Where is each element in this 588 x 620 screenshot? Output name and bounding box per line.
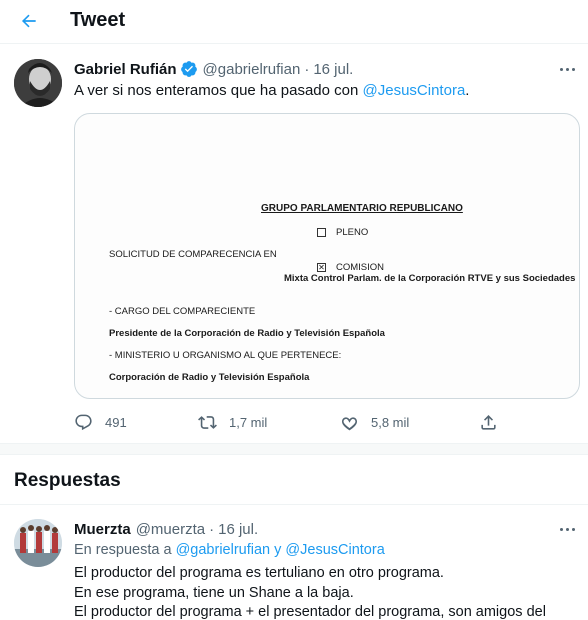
replies-heading: Respuestas [14, 470, 121, 491]
doc-ministerio-label: - MINISTERIO U ORGANISMO AL QUE PERTENEC… [109, 350, 342, 361]
retweet-button[interactable]: 1,7 mil [198, 409, 267, 435]
share-button[interactable] [479, 409, 498, 435]
heart-icon [341, 416, 358, 430]
more-dot-icon [571, 527, 575, 531]
mention-link[interactable]: @JesusCintora [363, 82, 466, 99]
tweet-author-row: Gabriel Rufián @gabrielrufian · 16 jul. [74, 59, 353, 79]
tweet-text-end: . [465, 82, 470, 99]
avatar-photo [14, 59, 62, 107]
checkbox-checked-icon: ✕ [317, 262, 326, 272]
reply-icon [75, 414, 92, 430]
reply-display-name[interactable]: Muerzta [74, 521, 131, 538]
verified-badge-icon [180, 60, 198, 78]
author-handle[interactable]: @gabrielrufian [203, 61, 301, 78]
reply-timestamp[interactable]: 16 jul. [218, 521, 258, 538]
more-options-button[interactable] [556, 59, 578, 79]
reply-text-line: El productor del programa + el presentad… [74, 604, 546, 620]
replying-to-prefix: En respuesta a [74, 542, 176, 558]
arrow-left-icon [21, 14, 36, 28]
reply-text: El productor del programa es tertuliano … [74, 564, 546, 620]
like-count: 5,8 mil [371, 414, 410, 430]
replying-to: En respuesta a @gabrielrufian y @JesusCi… [74, 542, 385, 558]
doc-option-pleno-label: PLENO [336, 227, 369, 238]
more-dot-icon [565, 67, 569, 71]
more-dot-icon [565, 527, 569, 531]
doc-comision-detail: Mixta Control Parlam. de la Corporación … [284, 273, 576, 284]
doc-cargo-label: - CARGO DEL COMPARECIENTE [109, 306, 256, 317]
reply-more-options-button[interactable] [556, 519, 578, 539]
checkbox-empty-icon [317, 228, 326, 237]
reply-count: 491 [105, 414, 127, 430]
reply-author-row: Muerzta @muerzta · 16 jul. [74, 519, 258, 539]
separator: · [209, 520, 215, 538]
share-icon [481, 414, 496, 430]
reply-avatar[interactable] [14, 519, 62, 567]
more-dot-icon [559, 527, 563, 531]
doc-cargo-value: Presidente de la Corporación de Radio y … [109, 328, 385, 339]
tweet-text: A ver si nos enteramos que ha pasado con… [74, 82, 469, 99]
top-bar: Tweet [0, 0, 588, 44]
more-dot-icon [559, 67, 563, 71]
more-dot-icon [571, 67, 575, 71]
replying-to-mention[interactable]: @JesusCintora [285, 542, 384, 558]
author-display-name[interactable]: Gabriel Rufián [74, 61, 177, 78]
tweet-actions: 491 1,7 mil 5,8 mil [74, 409, 514, 435]
avatar[interactable] [14, 59, 62, 107]
document-scan: GRUPO PARLAMENTARIO REPUBLICANO PLENO SO… [75, 114, 579, 398]
doc-option-comision-label: COMISION [336, 262, 385, 273]
reply-handle[interactable]: @muerzta [136, 521, 205, 538]
replying-to-mention[interactable]: @gabrielrufian [176, 542, 271, 558]
section-divider [0, 443, 588, 455]
doc-option-comision: ✕ COMISION [317, 262, 384, 273]
doc-request-label: SOLICITUD DE COMPARECENCIA EN [109, 249, 277, 260]
tweet-image[interactable]: GRUPO PARLAMENTARIO REPUBLICANO PLENO SO… [74, 113, 580, 399]
reply-button[interactable]: 491 [74, 409, 127, 435]
retweet-icon [198, 415, 217, 429]
reply-avatar-photo [14, 519, 62, 567]
like-button[interactable]: 5,8 mil [340, 409, 409, 435]
doc-ministerio-value: Corporación de Radio y Televisión Españo… [109, 372, 310, 383]
replying-to-joiner: y [270, 542, 286, 558]
replies-heading-border [0, 504, 588, 505]
separator: · [304, 60, 310, 78]
retweet-count: 1,7 mil [229, 414, 268, 430]
tweet-text-body: A ver si nos enteramos que ha pasado con [74, 82, 363, 99]
page-title: Tweet [70, 9, 126, 31]
doc-title: GRUPO PARLAMENTARIO REPUBLICANO [261, 203, 463, 214]
reply-text-line: El productor del programa es tertuliano … [74, 565, 444, 581]
doc-option-pleno: PLENO [317, 227, 368, 238]
back-button[interactable] [16, 8, 42, 34]
tweet-timestamp[interactable]: 16 jul. [313, 61, 353, 78]
reply-text-line: En ese programa, tiene un Shane a la baj… [74, 584, 354, 601]
